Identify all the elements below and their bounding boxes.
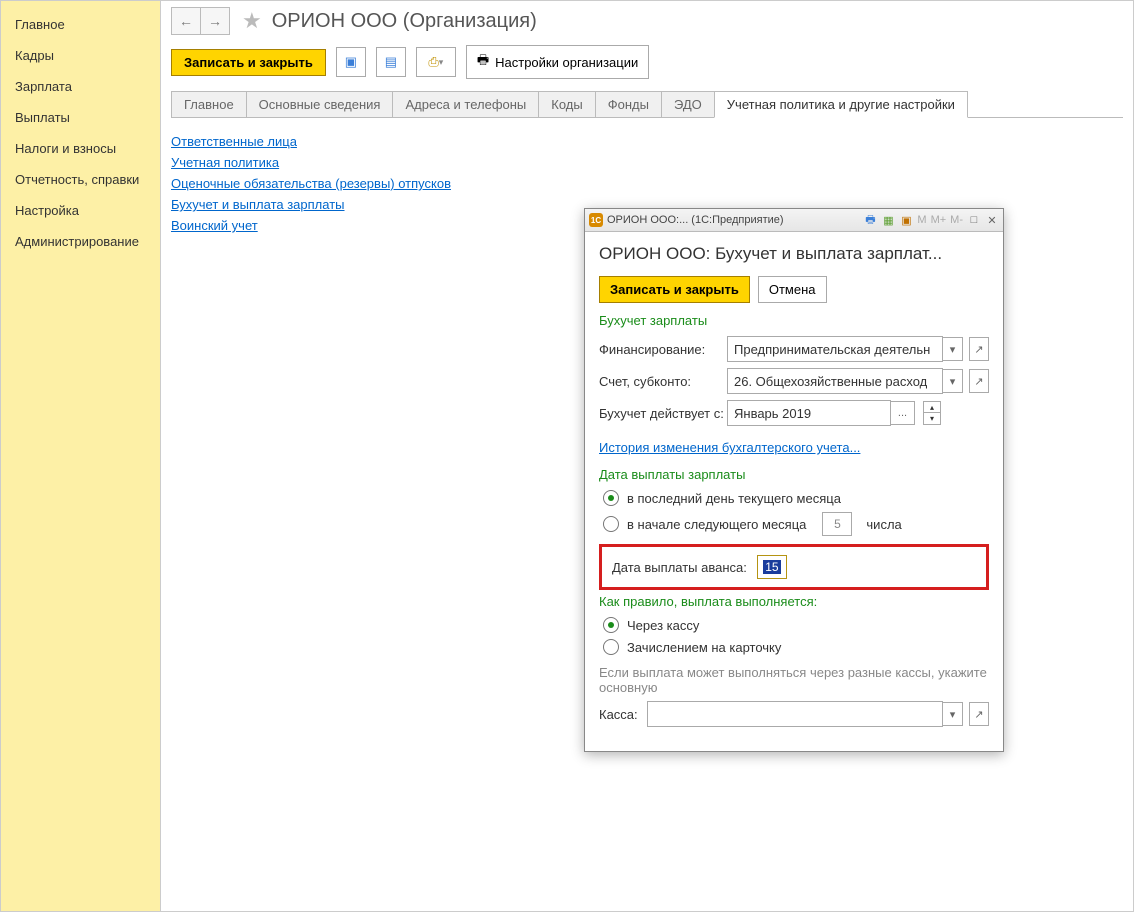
maximize-button[interactable]: □ (967, 213, 981, 227)
page-title: ОРИОН ООО (Организация) (272, 10, 537, 33)
tab-funds[interactable]: Фонды (595, 91, 662, 117)
tab-basic[interactable]: Основные сведения (246, 91, 394, 117)
tab-accounting-policy[interactable]: Учетная политика и другие настройки (714, 91, 968, 118)
section-accounting-header: Бухучет зарплаты (599, 313, 989, 328)
close-button[interactable]: ✕ (985, 213, 999, 227)
m-minus-button[interactable]: M- (950, 214, 963, 226)
radio-lastday-label: в последний день текущего месяца (627, 491, 841, 506)
account-label: Счет, субконто: (599, 374, 727, 389)
favorite-star-icon[interactable]: ★ (242, 8, 262, 34)
sidebar-item-hr[interactable]: Кадры (1, 40, 160, 71)
account-dropdown-button[interactable]: ▾ (943, 369, 963, 393)
header: ← → ★ ОРИОН ООО (Организация) (161, 1, 1133, 37)
cashdesk-open-button[interactable]: ↗ (969, 702, 989, 726)
radio-lastday[interactable] (603, 490, 619, 506)
attachment-button[interactable]: ⎙ ▾ (416, 47, 456, 77)
sidebar-item-main[interactable]: Главное (1, 9, 160, 40)
link-policy[interactable]: Учетная политика (171, 155, 1123, 170)
financing-dropdown-button[interactable]: ▾ (943, 337, 963, 361)
chevron-down-icon: ▾ (439, 57, 444, 68)
radio-nextmonth[interactable] (603, 516, 619, 532)
radio-cash-row: Через кассу (603, 617, 989, 633)
nav-forward-button[interactable]: → (201, 7, 230, 35)
sidebar-item-settings[interactable]: Настройка (1, 195, 160, 226)
nextmonth-day-input[interactable]: 5 (822, 512, 852, 536)
cashdesk-dropdown-button[interactable]: ▾ (943, 702, 963, 726)
effective-input[interactable]: Январь 2019 (727, 400, 891, 426)
financing-open-button[interactable]: ↗ (969, 337, 989, 361)
dialog-cancel-button[interactable]: Отмена (758, 276, 827, 303)
attachment-icon: ⎙ (428, 54, 438, 70)
radio-card[interactable] (603, 639, 619, 655)
financing-label: Финансирование: (599, 342, 727, 357)
link-responsible[interactable]: Ответственные лица (171, 134, 1123, 149)
link-reserves[interactable]: Оценочные обязательства (резервы) отпуск… (171, 176, 1123, 191)
effective-more-button[interactable]: ... (891, 401, 915, 425)
tab-codes[interactable]: Коды (538, 91, 595, 117)
dialog-save-close-button[interactable]: Записать и закрыть (599, 276, 750, 303)
radio-lastday-row: в последний день текущего месяца (603, 490, 989, 506)
dialog-toolbar: Записать и закрыть Отмена (599, 276, 989, 303)
account-row: Счет, субконто: 26. Общехозяйственные ра… (599, 368, 989, 394)
history-link[interactable]: История изменения бухгалтерского учета..… (599, 440, 860, 455)
save-close-button[interactable]: Записать и закрыть (171, 49, 326, 76)
effective-row: Бухучет действует с: Январь 2019 ... ▴ ▾ (599, 400, 989, 426)
multi-cash-note: Если выплата может выполняться через раз… (599, 665, 989, 695)
section-paydate-header: Дата выплаты зарплаты (599, 467, 989, 482)
cashdesk-label: Касса: (599, 707, 647, 722)
org-settings-button[interactable]: 🖶 Настройки организации (466, 45, 649, 79)
effective-label: Бухучет действует с: (599, 406, 727, 421)
advance-day-input[interactable]: 15 (757, 555, 787, 579)
advance-label: Дата выплаты аванса: (612, 560, 747, 575)
tabs: Главное Основные сведения Адреса и телеф… (171, 91, 1123, 118)
effective-spin-up[interactable]: ▴ (923, 401, 941, 413)
radio-cash[interactable] (603, 617, 619, 633)
print-icon: 🖶 (477, 51, 489, 73)
sidebar-item-salary[interactable]: Зарплата (1, 71, 160, 102)
nav-back-button[interactable]: ← (171, 7, 201, 35)
cashdesk-row: Касса: ▾ ↗ (599, 701, 989, 727)
cashdesk-select[interactable] (647, 701, 943, 727)
m-button[interactable]: M (917, 214, 926, 226)
sidebar-item-admin[interactable]: Администрирование (1, 226, 160, 257)
account-select[interactable]: 26. Общехозяйственные расход (727, 368, 943, 394)
list-icon-button[interactable]: ▤ (376, 47, 406, 77)
radio-nextmonth-row: в начале следующего месяца 5 числа (603, 512, 989, 536)
save-icon-button[interactable]: ▣ (336, 47, 366, 77)
tab-addresses[interactable]: Адреса и телефоны (392, 91, 539, 117)
dialog-heading: ОРИОН ООО: Бухучет и выплата зарплат... (599, 244, 989, 264)
calendar-icon-button[interactable]: ▣ (899, 213, 913, 227)
effective-spinner: ▴ ▾ (923, 401, 941, 425)
radio-cash-label: Через кассу (627, 618, 699, 633)
effective-spin-down[interactable]: ▾ (923, 413, 941, 425)
main-toolbar: Записать и закрыть ▣ ▤ ⎙ ▾ 🖶 Настройки о… (161, 37, 1133, 91)
calc-icon-button[interactable]: ▦ (881, 213, 895, 227)
advance-row: Дата выплаты аванса: 15 (612, 555, 976, 579)
sidebar-item-payments[interactable]: Выплаты (1, 102, 160, 133)
dialog-accounting-pay: 1C ОРИОН ООО:... (1С:Предприятие) 🖶 ▦ ▣ … (584, 208, 1004, 752)
app-logo-icon: 1C (589, 213, 603, 227)
sidebar-item-taxes[interactable]: Налоги и взносы (1, 133, 160, 164)
financing-row: Финансирование: Предпринимательская деят… (599, 336, 989, 362)
print-icon-button[interactable]: 🖶 (863, 213, 877, 227)
dialog-titlebar[interactable]: 1C ОРИОН ООО:... (1С:Предприятие) 🖶 ▦ ▣ … (585, 209, 1003, 232)
sidebar: Главное Кадры Зарплата Выплаты Налоги и … (1, 1, 161, 911)
sidebar-item-reports[interactable]: Отчетность, справки (1, 164, 160, 195)
nextmonth-suffix: числа (866, 517, 901, 532)
floppy-icon: ▣ (345, 54, 357, 70)
dialog-window-title: ОРИОН ООО:... (1С:Предприятие) (607, 214, 784, 226)
section-method-header: Как правило, выплата выполняется: (599, 594, 989, 609)
advance-highlight: Дата выплаты аванса: 15 (599, 544, 989, 590)
tab-edo[interactable]: ЭДО (661, 91, 715, 117)
radio-nextmonth-label: в начале следующего месяца (627, 517, 806, 532)
m-plus-button[interactable]: M+ (931, 214, 947, 226)
radio-card-row: Зачислением на карточку (603, 639, 989, 655)
dialog-body: ОРИОН ООО: Бухучет и выплата зарплат... … (585, 232, 1003, 751)
list-icon: ▤ (385, 54, 397, 70)
tab-main[interactable]: Главное (171, 91, 247, 117)
account-open-button[interactable]: ↗ (969, 369, 989, 393)
radio-card-label: Зачислением на карточку (627, 640, 781, 655)
financing-select[interactable]: Предпринимательская деятельн (727, 336, 943, 362)
